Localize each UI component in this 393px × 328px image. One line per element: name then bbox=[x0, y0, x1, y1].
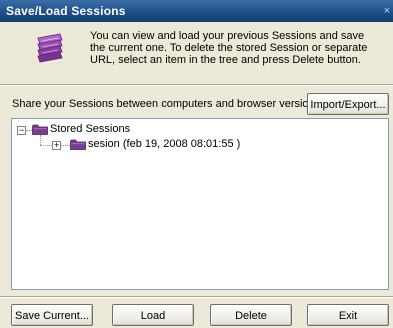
load-button[interactable]: Load bbox=[112, 304, 194, 326]
tree-connector bbox=[40, 145, 52, 146]
tree-item-stored-sessions[interactable]: Stored Sessions bbox=[50, 123, 130, 136]
folder-icon bbox=[32, 124, 48, 135]
delete-button[interactable]: Delete bbox=[210, 304, 292, 326]
header-divider bbox=[0, 84, 393, 86]
folder-icon bbox=[70, 139, 86, 150]
save-load-sessions-dialog: Save/Load Sessions × You can view and lo… bbox=[0, 0, 393, 328]
share-sessions-label: Share your Sessions between computers an… bbox=[12, 98, 324, 110]
footer-divider bbox=[0, 296, 393, 298]
tree-connector bbox=[61, 145, 70, 146]
tree-connector bbox=[40, 135, 41, 145]
description-text: You can view and load your previous Sess… bbox=[90, 30, 368, 66]
collapse-icon[interactable]: − bbox=[17, 126, 26, 135]
window-title: Save/Load Sessions bbox=[6, 4, 126, 18]
exit-button[interactable]: Exit bbox=[307, 304, 389, 326]
close-icon[interactable]: × bbox=[381, 4, 393, 18]
import-export-button[interactable]: Import/Export... bbox=[307, 93, 389, 115]
expand-icon[interactable]: + bbox=[52, 141, 61, 150]
tree-item-session[interactable]: sesion (feb 19, 2008 08:01:55 ) bbox=[88, 138, 240, 151]
save-current-button[interactable]: Save Current... bbox=[11, 304, 93, 326]
sessions-stack-icon bbox=[37, 33, 63, 63]
sessions-tree[interactable]: − Stored Sessions + sesion (feb 19, 2008… bbox=[11, 118, 389, 290]
title-bar[interactable]: Save/Load Sessions × bbox=[0, 0, 393, 22]
